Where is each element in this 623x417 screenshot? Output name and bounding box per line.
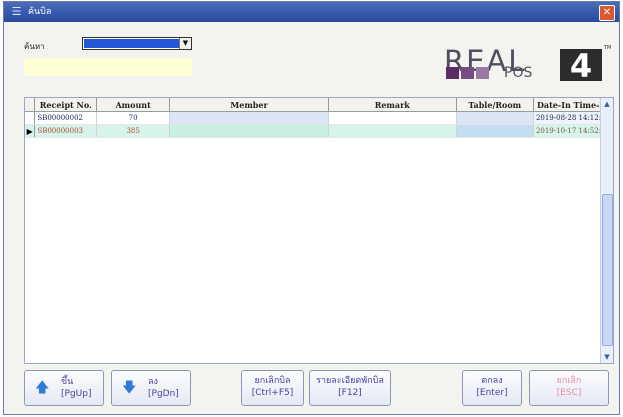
ok-button[interactable]: ตกลง [Enter] — [462, 370, 522, 406]
cancel-button[interactable]: ยกเลิก [ESC] — [529, 370, 609, 406]
cell-table-room[interactable] — [456, 111, 534, 125]
up-arrow-icon: 🡅 — [35, 380, 50, 396]
cancel-bill-button[interactable]: ยกเลิกบิล [Ctrl+F5] — [241, 370, 304, 406]
page-down-text: ลง — [148, 377, 158, 387]
logo-tm: TM — [604, 45, 612, 51]
logo-pos-text: POS — [504, 65, 533, 81]
column-header-amount[interactable]: Amount — [96, 98, 171, 112]
vertical-scrollbar[interactable]: ▲ ▼ — [600, 98, 613, 363]
ok-key: [Enter] — [476, 388, 508, 398]
bill-detail-label: รายละเอียดพักบิล [F12] — [310, 375, 390, 399]
column-header-remark[interactable]: Remark — [328, 98, 457, 112]
page-up-text: ขึ้น — [61, 377, 74, 387]
row-indicator-header — [25, 98, 36, 112]
search-combo-selection — [84, 39, 179, 48]
bill-search-window: ☰ ค้นบิล ✕ ค้นหา ▼ REAL POS 4 TM Receipt… — [3, 1, 620, 415]
bill-detail-button[interactable]: รายละเอียดพักบิล [F12] — [309, 370, 391, 406]
down-arrow-icon: 🡇 — [122, 380, 137, 396]
table-row[interactable]: ▶ SB00000003 385 2019-10-17 14:52:07 — [25, 124, 614, 138]
ok-text: ตกลง — [481, 376, 503, 386]
ok-label: ตกลง [Enter] — [463, 375, 521, 399]
column-header-receipt[interactable]: Receipt No. — [34, 98, 98, 112]
page-down-button[interactable]: 🡇 ลง [PgDn] — [111, 370, 191, 406]
search-label: ค้นหา — [24, 42, 45, 51]
cancel-bill-text: ยกเลิกบิล — [254, 376, 291, 386]
cell-remark[interactable] — [328, 124, 457, 138]
app-icon: ☰ — [11, 5, 22, 18]
cell-member[interactable] — [169, 111, 329, 125]
chevron-down-icon[interactable]: ▼ — [179, 38, 191, 49]
cancel-bill-label: ยกเลิกบิล [Ctrl+F5] — [242, 375, 303, 399]
column-header-table-room[interactable]: Table/Room — [456, 98, 534, 112]
scroll-down-icon[interactable]: ▼ — [601, 351, 613, 363]
page-up-key: [PgUp] — [61, 389, 92, 399]
bill-detail-key: [F12] — [338, 388, 362, 398]
receipt-grid[interactable]: Receipt No. Amount Member Remark Table/R… — [24, 97, 614, 364]
selected-row-indicator[interactable]: ▶ — [25, 124, 36, 138]
realpos-logo: REAL POS 4 TM — [444, 45, 612, 85]
bill-detail-text: รายละเอียดพักบิล — [316, 376, 384, 386]
page-up-button[interactable]: 🡅 ขึ้น [PgUp] — [24, 370, 104, 406]
cell-member[interactable] — [169, 124, 329, 138]
cell-table-room[interactable] — [456, 124, 534, 138]
title-bar[interactable]: ☰ ค้นบิล ✕ — [4, 2, 619, 22]
window-title: ค้นบิล — [28, 7, 52, 17]
cancel-bill-key: [Ctrl+F5] — [251, 388, 294, 398]
cancel-key: [ESC] — [556, 388, 582, 398]
cell-remark[interactable] — [328, 111, 457, 125]
scroll-up-icon[interactable]: ▲ — [601, 98, 613, 110]
cell-receipt[interactable]: SB00000003 — [34, 124, 98, 138]
cancel-text: ยกเลิก — [556, 376, 582, 386]
cell-receipt[interactable]: SB00000002 — [34, 111, 98, 125]
page-down-label: ลง [PgDn] — [148, 376, 188, 400]
close-icon[interactable]: ✕ — [599, 5, 615, 21]
row-indicator[interactable] — [25, 111, 36, 125]
search-combo[interactable]: ▼ — [82, 37, 192, 50]
cell-amount[interactable]: 385 — [96, 124, 171, 138]
logo-blocks — [446, 67, 490, 79]
logo-four-badge: 4 — [560, 49, 602, 83]
page-up-label: ขึ้น [PgUp] — [61, 376, 101, 400]
page-down-key: [PgDn] — [148, 389, 179, 399]
search-info-panel — [24, 58, 192, 76]
table-row[interactable]: SB00000002 70 2019-08-28 14:12:00 — [25, 111, 614, 125]
cancel-label: ยกเลิก [ESC] — [530, 375, 608, 399]
cell-amount[interactable]: 70 — [96, 111, 171, 125]
grid-header-row: Receipt No. Amount Member Remark Table/R… — [25, 98, 614, 112]
receipt-table: Receipt No. Amount Member Remark Table/R… — [25, 98, 614, 138]
column-header-member[interactable]: Member — [169, 98, 329, 112]
scroll-thumb[interactable] — [602, 194, 613, 346]
